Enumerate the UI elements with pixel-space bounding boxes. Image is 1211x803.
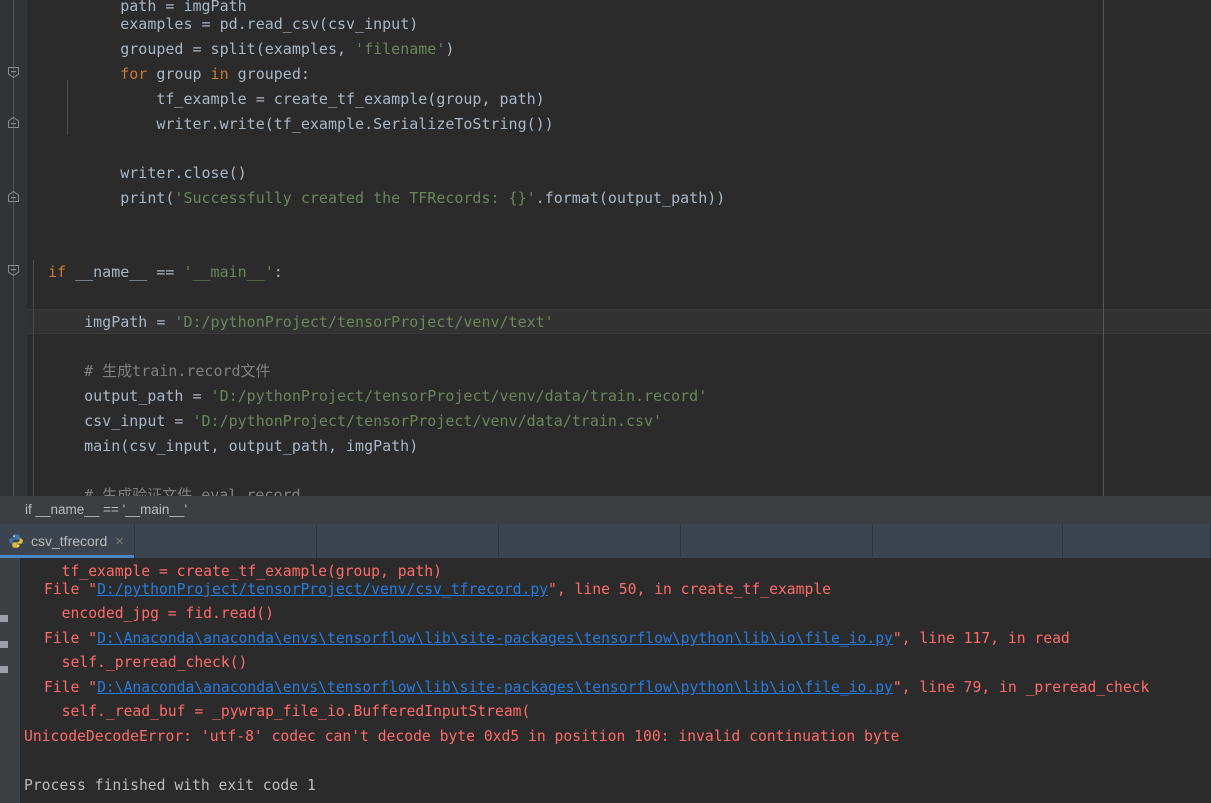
console-line: UnicodeDecodeError: 'utf-8' codec can't … <box>24 727 899 747</box>
console-output[interactable]: tf_example = create_tf_example(group, pa… <box>20 558 1211 803</box>
console-tab-empty[interactable] <box>1063 524 1211 558</box>
console-line: File "D:\Anaconda\anaconda\envs\tensorfl… <box>44 629 1070 649</box>
code-token: tf_example = create_tf_example(group, pa… <box>156 90 545 108</box>
code-line: examples = pd.read_csv(csv_input) <box>27 12 1211 37</box>
python-file-icon <box>8 533 24 549</box>
console-line: encoded_jpg = fid.read() <box>44 604 274 624</box>
code-token: __name__ == <box>75 263 184 281</box>
code-token: csv_input = <box>84 412 193 430</box>
code-token: main(csv_input, output_path, imgPath) <box>84 437 419 455</box>
code-token: print( <box>120 189 175 207</box>
code-line: if __name__ == '__main__': <box>27 260 1211 285</box>
console-gutter-marker[interactable] <box>0 666 8 673</box>
console-line: Process finished with exit code 1 <box>24 776 316 796</box>
console-text: encoded_jpg = fid.read() <box>44 605 274 622</box>
code-line: print('Successfully created the TFRecord… <box>27 186 1211 211</box>
console-line: File "D:/pythonProject/tensorProject/ven… <box>44 580 831 600</box>
code-token: writer.close() <box>120 164 247 182</box>
console-text: ", line 117, in read <box>892 630 1070 647</box>
console-gutter-marker[interactable] <box>0 641 8 648</box>
code-line: writer.close() <box>27 161 1211 186</box>
console-tab-empty[interactable] <box>681 524 873 558</box>
code-text-area[interactable]: path = imgPath examples = pd.read_csv(csv… <box>27 0 1211 496</box>
code-token: 'D:/pythonProject/tensorProject/venv/dat… <box>210 387 708 405</box>
console-gutter-marker[interactable] <box>0 615 8 622</box>
code-token: 'filename' <box>355 40 446 58</box>
console-file-link[interactable]: D:/pythonProject/tensorProject/venv/csv_… <box>97 581 548 598</box>
console-tab-empty[interactable] <box>317 524 499 558</box>
code-line: grouped = split(examples, 'filename') <box>27 37 1211 62</box>
console-text: tf_example = create_tf_example(group, pa… <box>44 563 442 580</box>
console-line: File "D:\Anaconda\anaconda\envs\tensorfl… <box>44 678 1149 698</box>
console-text: File " <box>44 679 98 696</box>
code-token: examples = pd.read_csv(csv_input) <box>120 15 419 33</box>
code-line: output_path = 'D:/pythonProject/tensorPr… <box>27 384 1211 409</box>
code-line: main(csv_input, output_path, imgPath) <box>27 434 1211 459</box>
console-text: self._read_buf = _pywrap_file_io.Buffere… <box>44 703 531 720</box>
code-token: 'D:/pythonProject/tensorProject/venv/tex… <box>174 313 554 331</box>
code-token: output_path = <box>84 387 211 405</box>
console-file-link[interactable]: D:\Anaconda\anaconda\envs\tensorflow\lib… <box>97 679 893 696</box>
console-line: tf_example = create_tf_example(group, pa… <box>44 562 442 582</box>
code-token: in <box>210 65 238 83</box>
console-text: self._preread_check() <box>44 654 248 671</box>
code-token: grouped: <box>237 65 310 83</box>
fold-collapse-icon[interactable] <box>7 190 20 203</box>
console-side-strip[interactable] <box>0 558 20 803</box>
console-text: File " <box>44 630 98 647</box>
fold-expand-icon[interactable] <box>7 66 20 79</box>
console-tab-label: csv_tfrecord <box>31 533 108 549</box>
code-token: if <box>48 263 76 281</box>
code-token: for <box>120 65 157 83</box>
code-token: 'Successfully created the TFRecords: {}' <box>174 189 536 207</box>
run-console[interactable]: tf_example = create_tf_example(group, pa… <box>0 558 1211 803</box>
console-tab-empty[interactable] <box>873 524 1063 558</box>
code-token: writer.write(tf_example.SerializeToStrin… <box>156 115 554 133</box>
console-tab-empty[interactable] <box>499 524 681 558</box>
code-line: for group in grouped: <box>27 62 1211 87</box>
code-token: # 生成train.record文件 <box>84 362 271 380</box>
pycharm-window: path = imgPath examples = pd.read_csv(csv… <box>0 0 1211 803</box>
code-line: writer.write(tf_example.SerializeToStrin… <box>27 112 1211 137</box>
code-token: 'D:/pythonProject/tensorProject/venv/dat… <box>192 412 663 430</box>
code-token: grouped = split(examples, <box>120 40 356 58</box>
code-line: imgPath = 'D:/pythonProject/tensorProjec… <box>27 310 1211 335</box>
code-editor[interactable]: path = imgPath examples = pd.read_csv(csv… <box>0 0 1211 496</box>
breadcrumb[interactable]: if __name__ == '__main__' <box>0 496 1211 524</box>
code-token: imgPath = <box>84 313 175 331</box>
console-file-link[interactable]: D:\Anaconda\anaconda\envs\tensorflow\lib… <box>97 630 893 647</box>
code-line: tf_example = create_tf_example(group, pa… <box>27 87 1211 112</box>
console-text: ", line 79, in _preread_check <box>892 679 1150 696</box>
code-token: # 生成验证文件 eval.record <box>84 486 301 496</box>
fold-collapse-icon[interactable] <box>7 116 20 129</box>
code-line: # 生成验证文件 eval.record <box>27 483 1211 496</box>
console-line: self._preread_check() <box>44 653 248 673</box>
code-line: # 生成train.record文件 <box>27 359 1211 384</box>
console-text: Process finished with exit code 1 <box>24 777 316 794</box>
console-text: UnicodeDecodeError: 'utf-8' codec can't … <box>24 728 900 745</box>
code-token: '__main__' <box>183 263 274 281</box>
fold-expand-icon[interactable] <box>7 264 20 277</box>
code-token: : <box>273 263 283 281</box>
console-line: self._read_buf = _pywrap_file_io.Buffere… <box>44 702 531 722</box>
console-tab-csv_tfrecord[interactable]: csv_tfrecord × <box>0 524 135 558</box>
code-line: csv_input = 'D:/pythonProject/tensorProj… <box>27 409 1211 434</box>
code-token: group <box>156 65 211 83</box>
console-text: File " <box>44 581 98 598</box>
run-tool-tab-bar[interactable]: csv_tfrecord × <box>0 524 1211 558</box>
editor-gutter[interactable] <box>0 0 27 496</box>
console-tab-empty[interactable] <box>135 524 317 558</box>
code-token: ) <box>445 40 455 58</box>
console-text: ", line 50, in create_tf_example <box>548 581 832 598</box>
close-icon[interactable]: × <box>115 533 124 550</box>
code-token: .format(output_path)) <box>535 189 726 207</box>
